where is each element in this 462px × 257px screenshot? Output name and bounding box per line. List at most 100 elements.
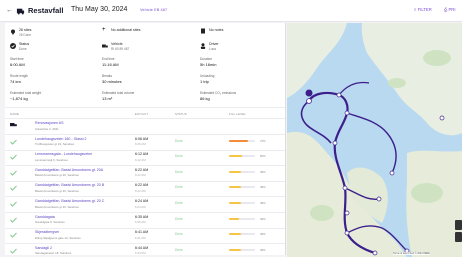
check-icon (10, 170, 17, 176)
stop-name[interactable]: Skjeradbergvei (35, 230, 59, 234)
stop-actual-time: 6:12 AM (135, 157, 146, 162)
metric-value: ~1,874 kg (10, 96, 28, 101)
sites-count: 26 sites (19, 28, 32, 32)
metric-value: 6:00 AM (10, 62, 25, 67)
status-badge: Done (175, 169, 183, 174)
table-row[interactable]: Ganddalgeitfan, Basisl Amundsens gt. 20 … (5, 198, 285, 213)
fill-level-value (229, 139, 248, 142)
stop-address: Trollhaugveien gt 19, Sandnes (35, 142, 75, 147)
status-badge: Done (175, 247, 183, 252)
fill-level-bar (229, 139, 255, 142)
stop-address: Sandagatveien 18, Sandnes (35, 251, 72, 255)
zoom-out-button[interactable] (455, 232, 462, 242)
status-value: Done (19, 47, 27, 51)
table-row[interactable]: Ganddagata Ganddgata 9, Sandnes 6:35 AM 6:3… (5, 214, 285, 229)
col-header-status[interactable]: STATUS (175, 112, 187, 116)
metric-label: Estimated total weight (10, 91, 42, 95)
arrow-left-icon[interactable]: ← (6, 7, 13, 14)
garbage-truck-icon (16, 8, 25, 15)
check-circle-icon (10, 43, 16, 49)
zoom-in-button[interactable] (455, 220, 462, 230)
stop-name[interactable]: Lensmannsgata - Lundehaugsveien (35, 152, 92, 156)
table-row[interactable]: Lundehaugsveien 180 - Glassi 2 Trollhaugv… (5, 136, 285, 151)
col-header-time[interactable]: EST/ACT (135, 112, 148, 116)
route-date: Thu May 30, 2024 (71, 6, 128, 13)
stop-actual-time: 6:41 AM (135, 235, 146, 240)
status-label: Status (19, 42, 30, 46)
table-row[interactable]: Lensmannsgata - Lundehaugsveien Lensmanns… (5, 151, 285, 167)
metric-value: 5h 16min (200, 62, 217, 67)
panel-scrollbar[interactable] (285, 23, 286, 255)
table-row[interactable]: Renovasjonen AS Industrivei 2, 4341 (5, 120, 285, 135)
table-row[interactable]: Ganddalgeitfan, Basisl Amundsens gt. 20 … (5, 182, 285, 198)
check-icon (10, 201, 17, 207)
map-attribution: Terms of use © Kort © 2024 HERE (393, 252, 430, 255)
metric-value: 30 minutes (102, 79, 122, 84)
fill-level-bar (229, 217, 255, 220)
route-panel: 26 sites 26 Done + No additional sites N… (5, 23, 285, 255)
check-icon (10, 139, 17, 145)
filter-button[interactable]: ≡ FILTER (414, 7, 432, 12)
stop-address: Lensmannsgt 6, Sandnes (35, 157, 68, 162)
fill-level-value (229, 170, 241, 173)
stop-name[interactable]: Ganddalgeitfan, Basisl Amundsens gt. 20A (35, 168, 103, 172)
metric-label: Start time (10, 57, 24, 61)
stop-actual-time: 6:22 AM (135, 188, 146, 193)
filter-label: FILTER (417, 7, 432, 12)
table-row[interactable]: Skjeradbergvei Erling Skjalgsens gate 13,… (5, 229, 285, 245)
map-canvas (287, 23, 462, 257)
table-row[interactable]: Sandagli 2 Sandagatveien 18, Sandnes 6:44 … (5, 245, 285, 255)
stop-time: 6:24 AM (135, 199, 149, 203)
metric-value: 13 m³ (102, 96, 113, 101)
check-icon (10, 248, 17, 254)
fill-level-percent: 40% (260, 216, 266, 221)
divider (5, 118, 285, 119)
truck-icon (10, 123, 17, 127)
fill-level-value (229, 217, 240, 220)
vehicle-tag[interactable]: Vehicle EB 487 (140, 8, 167, 12)
pin-icon (11, 29, 15, 35)
fill-level-value (229, 155, 242, 158)
app-root: ← Restavfall Thu May 30, 2024 Vehicle EB… (0, 0, 462, 257)
status-badge: Done (175, 201, 183, 205)
print-button[interactable]: ⎙ PRI (444, 7, 456, 12)
notes-text: No notes (209, 28, 224, 32)
fill-level-percent: 72% (260, 138, 266, 143)
fill-level-bar (229, 186, 255, 189)
fill-level-bar (229, 155, 255, 158)
plus-icon: + (102, 27, 106, 33)
fill-level-value (229, 248, 241, 251)
stop-actual-time: 6:44 AM (135, 251, 146, 255)
stop-time: 6:22 AM (135, 183, 149, 188)
stop-name[interactable]: Ganddalgeitfan, Basisl Amundsens gt. 20 … (35, 199, 104, 203)
fill-level-value (229, 202, 241, 204)
metric-label: Route length (10, 74, 29, 78)
fill-level-value (229, 233, 241, 236)
metric-label: Duration (200, 57, 213, 61)
fill-level-value (229, 186, 241, 189)
stop-time: 6:12 AM (135, 152, 149, 157)
note-icon (201, 28, 205, 34)
col-header-name[interactable]: NAME (10, 112, 19, 116)
col-header-fill[interactable]: FILL LEVEL (229, 112, 246, 116)
route-map[interactable] (287, 23, 462, 257)
stop-address: Basisl Amundsens gt 20, Sandnes (35, 204, 79, 209)
stop-name[interactable]: Ganddalgeitfan, Basisl Amundsens gt. 20 … (35, 183, 104, 187)
fill-level-percent: 50% (260, 154, 266, 159)
stop-name[interactable]: Lundehaugsveien 180 - Glassi 2 (35, 137, 87, 141)
metric-label: Estimated CO₂ emissions (200, 91, 237, 95)
stop-name[interactable]: Renovasjonen AS (35, 121, 64, 125)
stop-time: 6:22 AM (135, 167, 149, 172)
driver-label: Driver (209, 42, 219, 46)
stop-actual-time: 6:22 AM (135, 173, 146, 178)
stop-address: Basisl Amundsens gt 20, Sandnes (35, 173, 79, 178)
stop-actual-time: 6:35 AM (135, 220, 146, 225)
stop-name[interactable]: Sandagli 2 (35, 246, 52, 250)
stop-address: Ganddgata 9, Sandnes (35, 220, 65, 225)
table-row[interactable]: Ganddalgeitfan, Basisl Amundsens gt. 20A… (5, 167, 285, 182)
person-icon (200, 43, 206, 49)
metric-value: 11:16 AM (102, 62, 119, 67)
check-icon (10, 154, 17, 160)
stop-name[interactable]: Ganddagata (35, 215, 55, 219)
fill-level-bar (229, 202, 255, 204)
